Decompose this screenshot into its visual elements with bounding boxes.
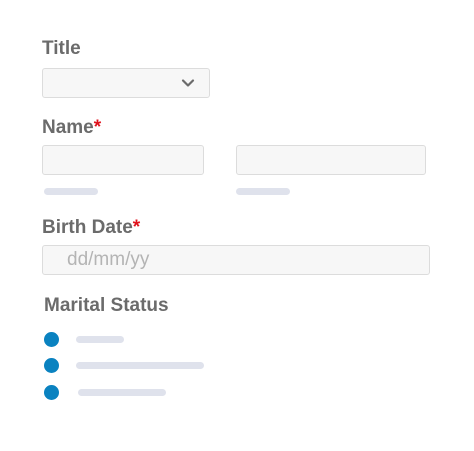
first-name-sublabel-placeholder — [44, 188, 98, 195]
birth-date-label: Birth Date* — [42, 217, 140, 239]
option-label-placeholder — [76, 336, 124, 343]
first-name-input[interactable] — [42, 145, 204, 175]
radio-button[interactable] — [44, 385, 59, 400]
birth-date-input[interactable]: dd/mm/yy — [42, 245, 430, 275]
birth-date-required-mark: * — [132, 217, 141, 238]
birth-date-placeholder: dd/mm/yy — [67, 249, 150, 270]
title-select[interactable] — [42, 68, 210, 98]
option-label-placeholder — [78, 389, 166, 396]
name-label-text: Name — [42, 117, 94, 138]
marital-status-label-text: Marital Status — [44, 295, 169, 316]
last-name-sublabel-placeholder — [236, 188, 290, 195]
radio-button[interactable] — [44, 332, 59, 347]
radio-button[interactable] — [44, 358, 59, 373]
chevron-down-icon — [181, 79, 195, 87]
name-required-mark: * — [93, 117, 102, 138]
last-name-input[interactable] — [236, 145, 426, 175]
marital-status-label: Marital Status — [44, 295, 169, 317]
option-label-placeholder — [76, 362, 204, 369]
birth-date-label-text: Birth Date — [42, 217, 133, 238]
name-label: Name* — [42, 117, 101, 139]
title-label: Title — [42, 38, 81, 60]
title-label-text: Title — [42, 38, 81, 59]
